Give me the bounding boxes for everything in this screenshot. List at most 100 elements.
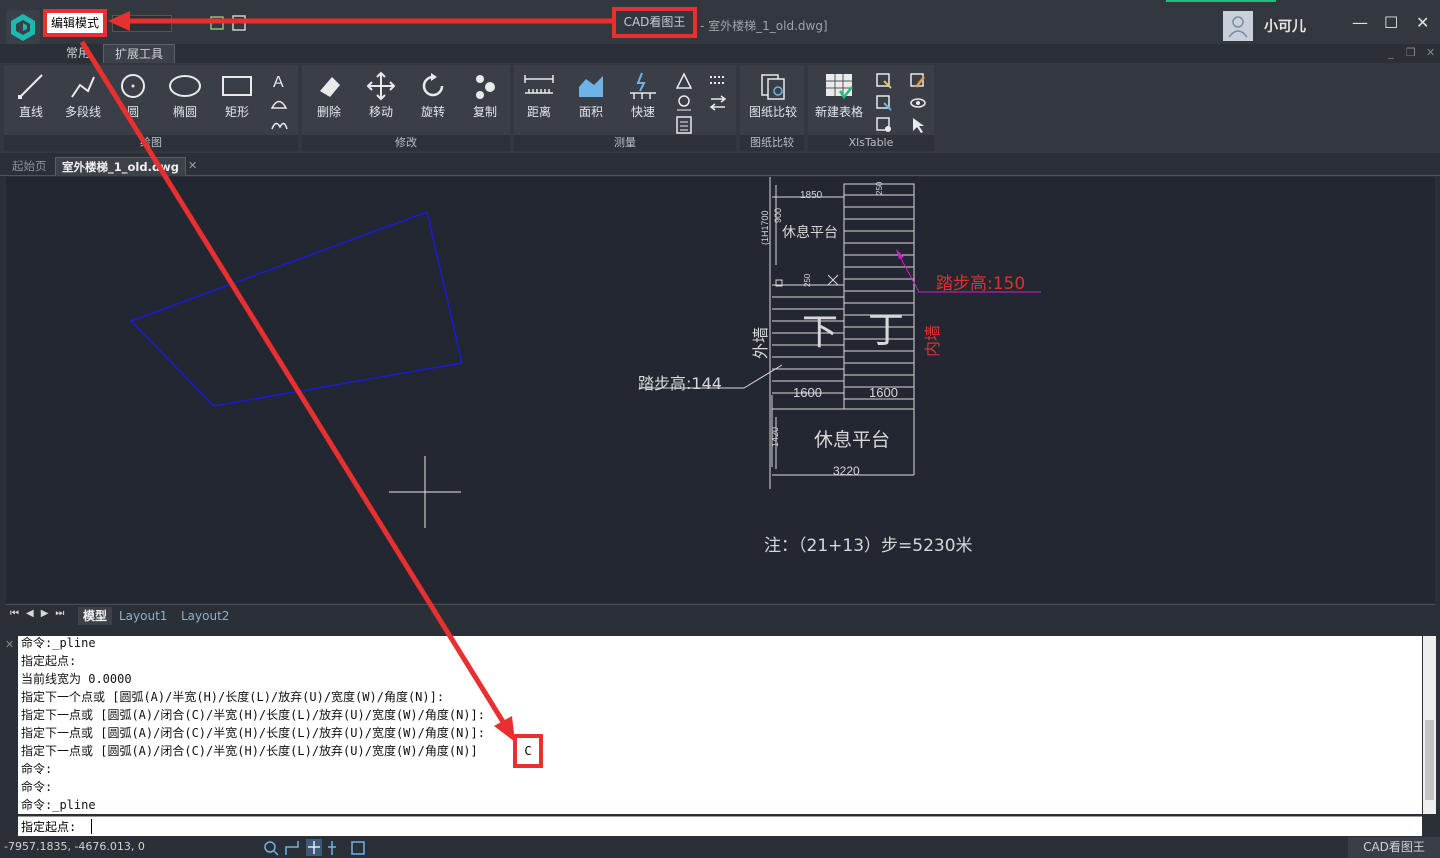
tool-distance[interactable]: 距离 xyxy=(514,67,564,120)
table-settings-icon[interactable] xyxy=(874,115,894,135)
group-title: 绘图 xyxy=(4,135,298,151)
polyline-icon xyxy=(71,76,95,98)
group-title: 测量 xyxy=(514,135,736,151)
copy-icon xyxy=(476,75,495,99)
group-xlstable: 新建表格 XlsTable xyxy=(808,65,934,151)
tool-compare[interactable]: 图纸比较 xyxy=(744,67,802,120)
app-logo-icon[interactable] xyxy=(6,10,40,44)
tab-start-page[interactable]: 起始页 xyxy=(6,157,53,175)
tool-delete[interactable]: 删除 xyxy=(304,67,354,120)
label-up: 丁 xyxy=(868,310,904,351)
tool-rotate[interactable]: 旋转 xyxy=(408,67,458,120)
quick-measure-icon xyxy=(630,72,656,99)
tool-new-table[interactable]: 新建表格 xyxy=(810,67,868,120)
command-scrollbar[interactable] xyxy=(1423,636,1436,814)
coordinate-readout: -7957.1835, -4676.013, 0 xyxy=(4,840,145,853)
close-icon[interactable]: ✕ xyxy=(1416,13,1429,32)
group-measure: 距离 面积 快速 测量 xyxy=(514,65,736,151)
label-step-height-right: 踏步高:150 xyxy=(936,274,1025,294)
tool-move[interactable]: 移动 xyxy=(356,67,406,120)
label-down: 下 xyxy=(802,312,838,353)
ellipse-icon xyxy=(169,75,201,97)
command-line: 当前线宽为 0.0000 xyxy=(21,672,132,686)
revcloud-icon[interactable] xyxy=(269,115,289,135)
tool-circle[interactable]: 圆 xyxy=(108,67,158,120)
tab-model[interactable]: 模型 xyxy=(78,607,113,625)
highlighted-close-option: C xyxy=(513,734,543,768)
list-measure-icon[interactable] xyxy=(674,115,694,135)
file-title: - 室外楼梯_1_old.dwg] xyxy=(700,19,828,33)
leader-arrow xyxy=(896,249,904,259)
dim-small-1: 250 xyxy=(803,273,812,287)
dim-small-2: 250 xyxy=(875,181,884,195)
tool-area[interactable]: 面积 xyxy=(566,67,616,120)
command-history: 命令:_pline 指定起点: 当前线宽为 0.0000 指定下一个点或 [圆弧… xyxy=(18,636,1422,814)
dim-3220: 3220 xyxy=(833,464,860,478)
doc-restore-icon[interactable]: ❐ xyxy=(1406,46,1416,59)
tab-current-drawing[interactable]: 室外楼梯_1_old.dwg xyxy=(55,157,187,176)
table-import-icon[interactable] xyxy=(874,93,894,113)
tab-extend-tools[interactable]: 扩展工具 xyxy=(103,44,175,63)
status-toggle-icons[interactable] xyxy=(262,839,372,857)
quick-access-icons[interactable] xyxy=(208,14,248,34)
table-edit-icon[interactable] xyxy=(908,71,928,91)
text-icon[interactable]: A xyxy=(269,71,289,91)
document-tabs: 起始页 室外楼梯_1_old.dwg ✕ xyxy=(0,155,1440,176)
command-line: 命令: xyxy=(21,762,53,776)
app-title: CAD看图王 xyxy=(612,7,697,38)
swap-icon[interactable] xyxy=(708,93,728,113)
tool-ellipse[interactable]: 椭圆 xyxy=(160,67,210,120)
dim-900: 900 xyxy=(773,208,783,223)
tool-rectangle[interactable]: 矩形 xyxy=(212,67,262,120)
drawn-polyline[interactable] xyxy=(129,211,463,407)
label-platform-bottom: 休息平台 xyxy=(814,429,890,451)
command-prompt: 指定起点: xyxy=(21,820,77,834)
dim-1700: (1H1700 xyxy=(760,210,770,245)
layout-nav-icons[interactable]: ⏮◀▶⏭ xyxy=(10,608,71,619)
maximize-icon[interactable]: ☐ xyxy=(1384,13,1398,32)
eraser-icon xyxy=(320,77,340,97)
coordinate-icon[interactable] xyxy=(708,71,728,91)
status-bar: -7957.1835, -4676.013, 0 CAD看图王 xyxy=(0,837,1440,858)
user-name[interactable]: 小可儿 xyxy=(1264,16,1306,36)
move-icon xyxy=(366,71,396,101)
doc-close-icon[interactable]: ✕ xyxy=(1426,46,1435,59)
tab-layout1[interactable]: Layout1 xyxy=(114,607,172,625)
angle-measure-icon[interactable] xyxy=(674,71,694,91)
dim-1600-right: 1600 xyxy=(869,385,898,400)
tool-polyline[interactable]: 多段线 xyxy=(58,67,108,120)
label-step-height-left: 踏步高:144 xyxy=(638,374,722,393)
command-line: 指定下一点或 [圆弧(A)/闭合(C)/半宽(H)/长度(L)/放弃(U)/宽度… xyxy=(21,726,485,740)
table-view-icon[interactable] xyxy=(908,93,928,113)
table-export-icon[interactable] xyxy=(874,71,894,91)
command-line: 指定下一点或 [圆弧(A)/闭合(C)/半宽(H)/长度(L)/放弃(U)/宽度… xyxy=(21,708,485,722)
status-app-name: CAD看图王 xyxy=(1348,837,1440,858)
minimize-icon[interactable]: — xyxy=(1352,13,1368,32)
edit-mode-button[interactable]: 编辑模式 xyxy=(43,9,107,37)
rectangle-icon xyxy=(222,76,252,96)
hatch-icon[interactable] xyxy=(269,93,289,113)
scrollbar-thumb[interactable] xyxy=(1425,720,1434,800)
tab-layout2[interactable]: Layout2 xyxy=(176,607,234,625)
dim-1420: 1420 xyxy=(770,427,780,447)
tool-quick-measure[interactable]: 快速 xyxy=(618,67,668,120)
circle-icon xyxy=(121,74,145,98)
layout-tabs: ⏮◀▶⏭ 模型 Layout1 Layout2 xyxy=(6,604,1435,627)
drawing-svg: 1850 休息平台 900 (1H1700 250 250 踏步高:150 外墙… xyxy=(129,177,1041,556)
tab-common[interactable]: 常用 xyxy=(58,44,98,62)
tab-close-icon[interactable]: ✕ xyxy=(188,159,197,172)
tool-copy[interactable]: 复制 xyxy=(460,67,510,120)
command-line: 命令:_pline xyxy=(21,798,96,812)
command-input-row[interactable]: 指定起点: xyxy=(18,816,1422,836)
quick-access-field[interactable] xyxy=(112,15,172,32)
group-title: XlsTable xyxy=(808,135,934,151)
table-select-icon[interactable] xyxy=(908,115,928,135)
user-avatar-icon[interactable] xyxy=(1223,11,1253,41)
tool-line[interactable]: 直线 xyxy=(6,67,56,120)
command-line: 命令:_pline xyxy=(21,636,96,650)
radius-measure-icon[interactable] xyxy=(674,93,694,113)
drawing-canvas[interactable]: 1850 休息平台 900 (1H1700 250 250 踏步高:150 外墙… xyxy=(6,177,1435,603)
command-close-icon[interactable]: ✕ xyxy=(5,638,14,651)
distance-icon xyxy=(524,75,554,94)
doc-minimize-icon[interactable]: _ xyxy=(1388,46,1394,59)
